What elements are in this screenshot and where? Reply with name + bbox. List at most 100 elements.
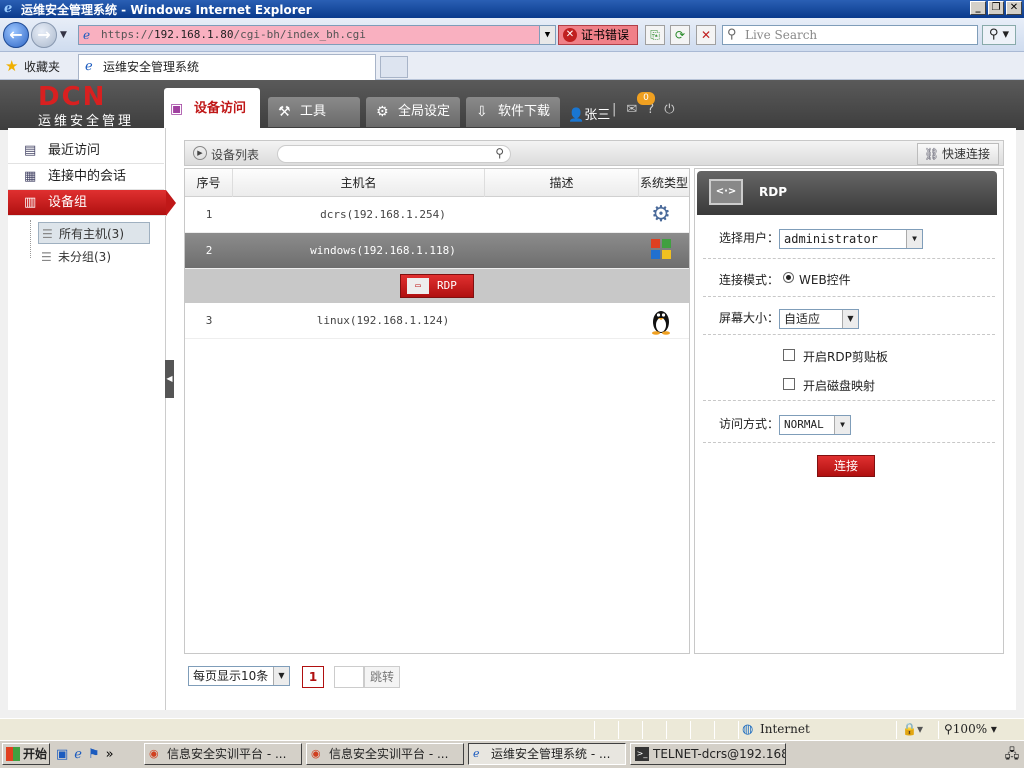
disk-mapping-checkbox[interactable]: [783, 378, 795, 390]
favorites-label[interactable]: 收藏夹: [24, 58, 60, 75]
tab-device-access[interactable]: ▣ 设备访问: [164, 88, 260, 130]
tab-title: 运维安全管理系统: [103, 60, 200, 74]
device-access-icon: ▣: [170, 101, 184, 117]
table-row[interactable]: 3 linux(192.168.1.124): [185, 303, 689, 339]
device-list-title: 设备列表: [211, 148, 260, 162]
jump-button[interactable]: 跳转: [364, 666, 400, 688]
access-mode-select[interactable]: NORMAL ▼: [779, 415, 851, 435]
back-button[interactable]: ←: [3, 22, 29, 48]
chrome-icon: ◉: [311, 747, 321, 760]
security-zone[interactable]: ◍ Internet: [742, 722, 810, 737]
access-mode-row: 访问方式： NORMAL ▼: [703, 401, 995, 443]
tab-global-settings[interactable]: ⚙ 全局设定: [366, 97, 460, 127]
screen-size-row: 屏幕大小： 自适应 ▼: [703, 297, 995, 335]
certificate-error-button[interactable]: ✕ 证书错误: [558, 25, 638, 45]
row-action-bar: ▭ RDP: [185, 269, 689, 303]
search-placeholder: Live Search: [745, 28, 818, 42]
page-number-current[interactable]: 1: [302, 666, 324, 688]
minimize-button[interactable]: _: [970, 1, 986, 15]
taskbar-item-active[interactable]: ℯ 运维安全管理系统 - ...: [468, 743, 626, 765]
play-icon: ▶: [193, 146, 207, 160]
options-row: 开启RDP剪贴板 开启磁盘映射: [703, 335, 995, 401]
close-window-button[interactable]: ✕: [1006, 1, 1022, 15]
network-device-icon: ⚙: [651, 202, 671, 227]
taskbar-item[interactable]: ◉ 信息安全实训平台 - ...: [306, 743, 464, 765]
screen-size-select[interactable]: 自适应 ▼: [779, 309, 859, 329]
tree-node-ungrouped[interactable]: ☰ 未分组(3): [38, 246, 111, 268]
search-icon: ⚲: [727, 27, 737, 42]
linux-tux-icon: [643, 307, 679, 335]
mode-row: 连接模式： WEB控件: [703, 259, 995, 297]
connect-button[interactable]: 连接: [817, 455, 875, 477]
network-tray-icon[interactable]: 🖧: [1002, 745, 1022, 765]
ie-icon: ℯ: [473, 747, 480, 760]
sidebar-item-recent[interactable]: ▤ 最近访问: [8, 138, 164, 164]
new-tab-button[interactable]: [380, 56, 408, 78]
taskbar: 开始 ▣ ℯ ⚑ » ◉ 信息安全实训平台 - ... ◉ 信息安全实训平台 -…: [0, 740, 1024, 768]
ie-launch-icon[interactable]: ℯ: [74, 747, 82, 762]
rdp-button[interactable]: ▭ RDP: [400, 274, 474, 298]
device-search-input[interactable]: ⚲: [277, 145, 511, 163]
refresh-icon[interactable]: ⟳: [670, 25, 690, 45]
protected-mode-icon[interactable]: 🔒▾: [902, 722, 923, 736]
logout-icon[interactable]: ⏻: [664, 102, 674, 117]
url-prefix: https://: [101, 28, 154, 41]
sidebar-collapse-handle[interactable]: ◀: [165, 360, 174, 398]
favorites-star-icon[interactable]: ★: [5, 57, 18, 75]
per-page-select[interactable]: 每页显示10条 ▼: [188, 666, 290, 686]
window-titlebar: ℯ 运维安全管理系统 - Windows Internet Explorer _…: [0, 0, 1024, 18]
stop-icon[interactable]: ✕: [696, 25, 716, 45]
chevron-right-icon[interactable]: »: [106, 747, 114, 762]
tab-software-download[interactable]: ⇩ 软件下载: [466, 97, 560, 127]
search-button[interactable]: ⚲ ▾: [982, 25, 1016, 45]
tab-tools[interactable]: ⚒ 工具: [268, 97, 360, 127]
rdp-icon: ▭: [407, 278, 429, 294]
taskbar-item[interactable]: ◉ 信息安全实训平台 - ...: [144, 743, 302, 765]
web-control-radio[interactable]: [783, 272, 794, 283]
col-header-os: 系统类型: [639, 176, 688, 190]
clipboard-label: 开启RDP剪贴板: [803, 350, 888, 364]
gear-icon: ⚙: [376, 104, 389, 120]
search-input[interactable]: ⚲ Live Search: [722, 25, 978, 45]
jump-page-input[interactable]: [334, 666, 364, 688]
table-row-selected[interactable]: 2 windows(192.168.1.118): [185, 233, 689, 269]
compatibility-icon[interactable]: ⎘: [645, 25, 665, 45]
app-body: ▤ 最近访问 ▦ 连接中的会话 ▥ 设备组 ☰ 所有主机(3) ☰ 未分组(3)…: [8, 128, 1016, 710]
disk-mapping-label: 开启磁盘映射: [803, 379, 876, 393]
explorer-launch-icon[interactable]: ⚑: [88, 747, 100, 762]
sidebar-item-device-group[interactable]: ▥ 设备组: [8, 190, 176, 216]
user-select[interactable]: administrator ▼: [779, 229, 923, 249]
device-group-icon: ▥: [24, 195, 37, 210]
clipboard-checkbox[interactable]: [783, 349, 795, 361]
col-header-no: 序号: [185, 169, 233, 197]
address-toolbar: ← → ▼ ℯ https://192.168.1.80/cgi-bh/inde…: [0, 18, 1024, 52]
url-path: /cgi-bh/index_bh.cgi: [233, 28, 366, 41]
mail-icon[interactable]: ✉: [626, 102, 637, 117]
forward-button[interactable]: →: [31, 22, 57, 48]
user-name[interactable]: 👤张三: [568, 104, 610, 123]
globe-icon: ◍: [742, 722, 754, 737]
device-table: 序号 主机名 描述 系统类型 1 dcrs(192.168.1.254) ⚙ 2…: [184, 168, 690, 654]
zoom-level[interactable]: ⚲100% ▾: [944, 722, 997, 736]
tree-node-all-hosts[interactable]: ☰ 所有主机(3): [38, 222, 150, 244]
show-desktop-icon[interactable]: ▣: [56, 747, 68, 762]
history-dropdown-icon[interactable]: ▼: [60, 30, 67, 40]
browser-tab[interactable]: ℯ 运维安全管理系统: [78, 54, 376, 80]
sidebar-item-sessions[interactable]: ▦ 连接中的会话: [8, 164, 164, 190]
chevron-down-icon: ▼: [834, 416, 850, 434]
address-bar[interactable]: ℯ https://192.168.1.80/cgi-bh/index_bh.c…: [78, 25, 556, 45]
start-button[interactable]: 开始: [2, 743, 50, 765]
col-header-desc: 描述: [485, 169, 639, 197]
url-host: 192.168.1.80: [153, 28, 234, 41]
taskbar-item[interactable]: >_ TELNET-dcrs@192.168...: [630, 743, 786, 765]
status-bar: ◍ Internet 🔒▾ ⚲100% ▾: [0, 718, 1024, 740]
session-icon: ▦: [24, 169, 37, 184]
tab-page-icon: ℯ: [85, 59, 93, 74]
address-dropdown-icon[interactable]: ▼: [539, 26, 555, 44]
restore-button[interactable]: ❐: [988, 1, 1004, 15]
search-icon[interactable]: ⚲: [495, 146, 504, 160]
window-title: 运维安全管理系统 - Windows Internet Explorer: [21, 2, 312, 17]
table-row[interactable]: 1 dcrs(192.168.1.254) ⚙: [185, 197, 689, 233]
quick-connect-button[interactable]: ⛓ 快速连接: [916, 143, 999, 165]
page-viewport: DCN 运维安全管理 ▣ 设备访问 ⚒ 工具 ⚙ 全局设定 ⇩ 软件下载 👤张三…: [0, 80, 1024, 718]
